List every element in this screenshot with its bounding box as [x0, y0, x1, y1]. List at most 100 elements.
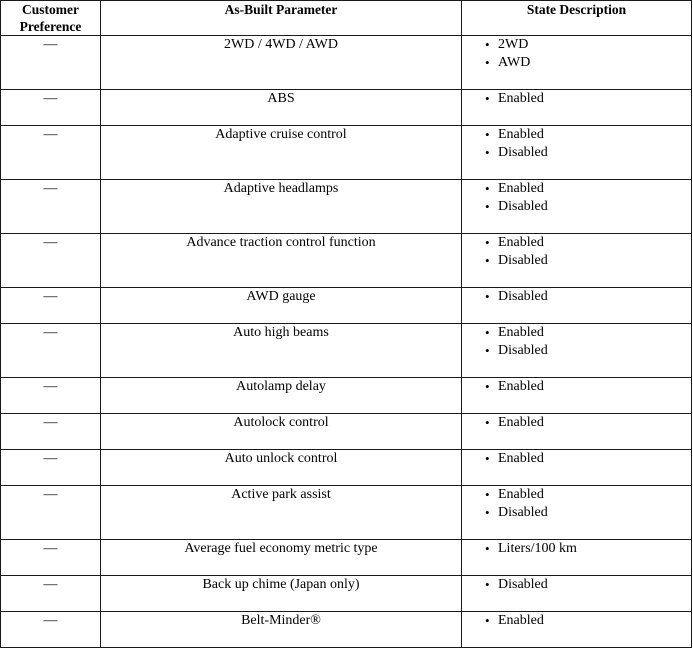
bullet-icon: • — [485, 127, 490, 142]
state-description-value: Disabled — [498, 199, 548, 214]
as-built-parameter-value: Adaptive headlamps — [223, 181, 339, 196]
state-description-value: Enabled — [498, 91, 544, 106]
cell-customer-preference: — — [0, 449, 101, 486]
state-description-list: • Enabled • Disabled — [462, 180, 691, 216]
state-description-item: • Enabled — [485, 180, 691, 198]
cell-customer-preference: — — [0, 35, 101, 90]
cell-as-built-parameter: Auto unlock control — [100, 449, 462, 486]
customer-preference-value: — — [43, 613, 58, 628]
table-row: — Autolock control • Enabled — [0, 413, 692, 450]
cell-customer-preference: — — [0, 89, 101, 126]
state-description-list: • Liters/100 km — [462, 540, 691, 558]
column-header-state-description-label: State Description — [526, 2, 627, 17]
state-description-item: • Enabled — [485, 324, 691, 342]
state-description-value: Enabled — [498, 415, 544, 430]
table-row: — Auto high beams • Enabled • Disabled — [0, 323, 692, 378]
state-description-value: Disabled — [498, 145, 548, 160]
table-row: — Average fuel economy metric type • Liters… — [0, 539, 692, 576]
bullet-icon: • — [485, 379, 490, 394]
cell-as-built-parameter: Auto high beams — [100, 323, 462, 378]
bullet-icon: • — [485, 415, 490, 430]
state-description-value: Disabled — [498, 343, 548, 358]
cell-as-built-parameter: Advance traction control function — [100, 233, 462, 288]
table-row: — ABS • Enabled — [0, 89, 692, 126]
cell-as-built-parameter: Active park assist — [100, 485, 462, 540]
bullet-icon: • — [485, 37, 490, 52]
table-row: — Active park assist • Enabled • Disabled — [0, 485, 692, 540]
state-description-value: Liters/100 km — [498, 541, 577, 556]
customer-preference-value: — — [43, 577, 58, 592]
cell-state-description: • Enabled — [461, 377, 692, 414]
state-description-value: Enabled — [498, 127, 544, 142]
cell-state-description: • Enabled — [461, 89, 692, 126]
cell-customer-preference: — — [0, 575, 101, 612]
state-description-value: Disabled — [498, 577, 548, 592]
state-description-list: • Enabled • Disabled — [462, 486, 691, 522]
as-built-parameter-value: ABS — [267, 91, 295, 106]
customer-preference-value: — — [43, 451, 58, 466]
as-built-parameter-value: Advance traction control function — [186, 235, 376, 250]
bullet-icon: • — [485, 325, 490, 340]
table-header-row: Customer Preference As-Built Parameter S… — [0, 0, 692, 36]
cell-as-built-parameter: ABS — [100, 89, 462, 126]
cell-as-built-parameter: Adaptive cruise control — [100, 125, 462, 180]
cell-as-built-parameter: Autolock control — [100, 413, 462, 450]
state-description-item: • Enabled — [485, 126, 691, 144]
bullet-icon: • — [485, 199, 490, 214]
state-description-value: Enabled — [498, 325, 544, 340]
customer-preference-value: — — [43, 289, 58, 304]
bullet-icon: • — [485, 91, 490, 106]
as-built-parameter-value: Adaptive cruise control — [215, 127, 347, 142]
state-description-item: • Enabled — [485, 486, 691, 504]
state-description-value: Enabled — [498, 181, 544, 196]
as-built-parameter-value: 2WD / 4WD / AWD — [224, 37, 338, 52]
state-description-item: • Disabled — [485, 342, 691, 360]
state-description-item: • Disabled — [485, 504, 691, 522]
cell-state-description: • Enabled • Disabled — [461, 485, 692, 540]
customer-preference-value: — — [43, 127, 58, 142]
table-row: — Adaptive headlamps • Enabled • Disabled — [0, 179, 692, 234]
customer-preference-value: — — [43, 487, 58, 502]
state-description-list: • Enabled — [462, 612, 691, 630]
table-row: — Autolamp delay • Enabled — [0, 377, 692, 414]
as-built-parameter-value: Auto unlock control — [224, 451, 338, 466]
state-description-list: • Enabled • Disabled — [462, 126, 691, 162]
customer-preference-value: — — [43, 181, 58, 196]
state-description-value: Disabled — [498, 253, 548, 268]
state-description-value: Enabled — [498, 379, 544, 394]
state-description-item: • Liters/100 km — [485, 540, 691, 558]
as-built-parameter-value: Average fuel economy metric type — [184, 541, 378, 556]
state-description-value: Enabled — [498, 235, 544, 250]
bullet-icon: • — [485, 343, 490, 358]
table-row: — 2WD / 4WD / AWD • 2WD • AWD — [0, 35, 692, 90]
bullet-icon: • — [485, 145, 490, 160]
cell-customer-preference: — — [0, 287, 101, 324]
cell-state-description: • Disabled — [461, 575, 692, 612]
state-description-value: AWD — [498, 55, 531, 70]
state-description-list: • Disabled — [462, 576, 691, 594]
state-description-value: Enabled — [498, 487, 544, 502]
bullet-icon: • — [485, 613, 490, 628]
state-description-value: Enabled — [498, 451, 544, 466]
as-built-parameter-value: Back up chime (Japan only) — [202, 577, 360, 592]
as-built-parameter-table-container: Customer Preference As-Built Parameter S… — [0, 0, 693, 664]
bullet-icon: • — [485, 55, 490, 70]
cell-customer-preference: — — [0, 413, 101, 450]
state-description-list: • Enabled • Disabled — [462, 234, 691, 270]
state-description-value: Enabled — [498, 613, 544, 628]
bullet-icon: • — [485, 289, 490, 304]
cell-as-built-parameter: Autolamp delay — [100, 377, 462, 414]
cell-customer-preference: — — [0, 125, 101, 180]
state-description-item: • Enabled — [485, 378, 691, 396]
state-description-list: • Enabled — [462, 450, 691, 468]
customer-preference-value: — — [43, 541, 58, 556]
table-row: — Back up chime (Japan only) • Disabled — [0, 575, 692, 612]
column-header-customer-preference: Customer Preference — [0, 0, 101, 36]
column-header-state-description: State Description — [461, 0, 692, 36]
cell-state-description: • Enabled • Disabled — [461, 323, 692, 378]
bullet-icon: • — [485, 505, 490, 520]
table-body: — 2WD / 4WD / AWD • 2WD • AWD — ABS • Enabled — Ada… — [0, 35, 692, 648]
as-built-parameter-value: Autolamp delay — [236, 379, 326, 394]
state-description-item: • Disabled — [485, 198, 691, 216]
cell-as-built-parameter: Average fuel economy metric type — [100, 539, 462, 576]
